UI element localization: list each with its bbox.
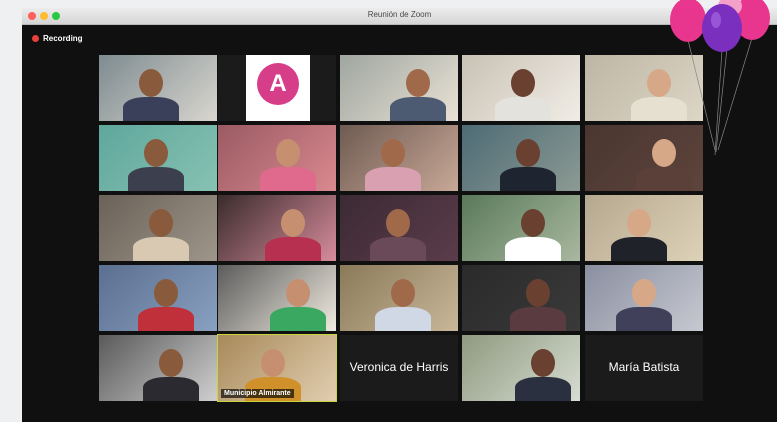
participant-body xyxy=(495,97,551,121)
participant-tile[interactable]: Veronica de Harris xyxy=(340,335,458,401)
participant-face xyxy=(139,69,163,97)
participant-tile[interactable]: María Batista xyxy=(585,335,703,401)
participant-tile[interactable] xyxy=(340,125,458,191)
participant-body xyxy=(611,237,667,261)
participant-name: Veronica de Harris xyxy=(349,360,449,374)
participant-body xyxy=(143,377,199,401)
participant-tile[interactable] xyxy=(462,265,580,331)
participant-tile[interactable] xyxy=(462,335,580,401)
participant-body xyxy=(260,167,316,191)
participant-body xyxy=(500,167,556,191)
participant-tile[interactable] xyxy=(99,55,217,121)
participant-body xyxy=(128,167,184,191)
balloon-icon xyxy=(670,0,706,42)
participant-face xyxy=(154,279,178,307)
participant-tile[interactable] xyxy=(99,125,217,191)
participant-body xyxy=(370,237,426,261)
participant-body xyxy=(390,97,446,121)
recording-dot-icon xyxy=(32,34,39,42)
participant-body xyxy=(138,307,194,331)
participant-face xyxy=(516,139,540,167)
participant-body xyxy=(515,377,571,401)
participant-tile[interactable] xyxy=(218,265,336,331)
participant-face xyxy=(526,279,550,307)
participant-face xyxy=(381,139,405,167)
participant-body xyxy=(616,307,672,331)
participant-face xyxy=(632,279,656,307)
participant-face xyxy=(159,349,183,377)
participant-tile[interactable] xyxy=(340,55,458,121)
participant-tile[interactable]: Municipio Almirante xyxy=(217,334,337,402)
participant-body xyxy=(123,97,179,121)
recording-indicator: Recording xyxy=(32,32,83,44)
participant-body xyxy=(636,167,692,191)
participant-face xyxy=(144,139,168,167)
participant-face xyxy=(406,69,430,97)
participant-tile[interactable] xyxy=(340,265,458,331)
organization-logo: A xyxy=(246,55,310,121)
participant-face xyxy=(276,139,300,167)
participant-body xyxy=(365,167,421,191)
participant-tile[interactable] xyxy=(99,195,217,261)
participant-face xyxy=(149,209,173,237)
participant-face xyxy=(261,349,285,377)
participant-tile[interactable] xyxy=(340,195,458,261)
participant-tile[interactable] xyxy=(462,125,580,191)
participant-tile[interactable] xyxy=(585,265,703,331)
participant-tile[interactable] xyxy=(218,125,336,191)
participant-tile[interactable] xyxy=(99,335,217,401)
participant-face xyxy=(627,209,651,237)
participant-body xyxy=(510,307,566,331)
participant-face xyxy=(391,279,415,307)
participant-body xyxy=(270,307,326,331)
participant-tile[interactable] xyxy=(99,265,217,331)
participant-name: María Batista xyxy=(608,360,680,374)
participant-tile[interactable] xyxy=(462,195,580,261)
participant-body xyxy=(265,237,321,261)
participant-tile[interactable] xyxy=(218,195,336,261)
participant-body xyxy=(505,237,561,261)
balloon-icon xyxy=(702,4,742,52)
participant-face xyxy=(281,209,305,237)
participant-tile[interactable]: A xyxy=(218,55,336,121)
participant-face xyxy=(531,349,555,377)
participant-face xyxy=(521,209,545,237)
participant-face xyxy=(286,279,310,307)
participant-body xyxy=(133,237,189,261)
recording-label: Recording xyxy=(43,33,83,43)
participant-face xyxy=(511,69,535,97)
participant-tile[interactable] xyxy=(462,55,580,121)
participant-face xyxy=(386,209,410,237)
participant-tile[interactable] xyxy=(585,195,703,261)
participant-body xyxy=(375,307,431,331)
balloons-decoration xyxy=(670,0,770,156)
participant-name-label: Municipio Almirante xyxy=(221,389,294,398)
